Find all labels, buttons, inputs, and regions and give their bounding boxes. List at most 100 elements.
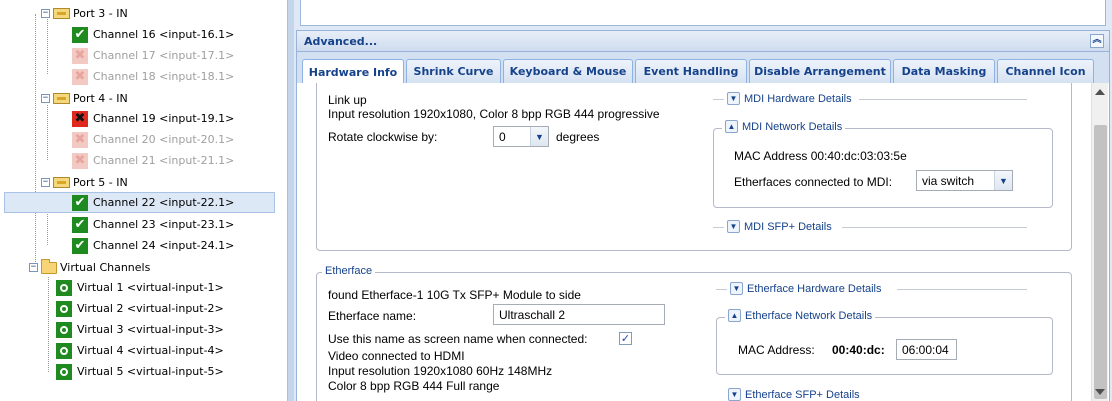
link-status: Link up	[328, 93, 367, 107]
expand-icon[interactable]: ▼	[727, 220, 740, 233]
use-name-label: Use this name as screen name when connec…	[328, 332, 588, 346]
virtual-channel-icon	[56, 363, 72, 380]
chevron-down-icon[interactable]: ▼	[530, 127, 548, 146]
virtual-label: Virtual 3 <virtual-input-3>	[77, 323, 224, 336]
upper-section	[300, 0, 1106, 26]
mdi-network-toggle[interactable]: ▲ MDI Network Details	[722, 120, 846, 133]
etherface-mac-prefix: 00:40:dc:	[832, 343, 885, 357]
etherfaces-select[interactable]: via switch ▼	[916, 170, 1013, 191]
tree-virtual-1[interactable]: Virtual 1 <virtual-input-1>	[56, 277, 224, 298]
divider	[859, 99, 1027, 100]
check-icon: ✔	[72, 237, 88, 254]
folder-icon	[41, 258, 57, 274]
check-icon: ✔	[72, 26, 88, 43]
cross-disabled-icon: ✖	[72, 131, 88, 148]
tree-port-4[interactable]: − Port 4 - IN	[41, 88, 128, 109]
tab-data-masking[interactable]: Data Masking	[893, 59, 995, 83]
details-panel: Advanced... ︽ Hardware Info Shrink Curve…	[294, 0, 1112, 401]
tree-virtual-folder[interactable]: − Virtual Channels	[29, 257, 150, 278]
tree-channel-20[interactable]: ✖ Channel 20 <input-20.1>	[72, 129, 234, 150]
channel-label: Channel 24 <input-24.1>	[93, 239, 235, 252]
etherface-color: Color 8 bpp RGB 444 Full range	[328, 379, 500, 393]
channel-label: Channel 18 <input-18.1>	[93, 70, 235, 83]
scroll-down-icon[interactable]	[1095, 389, 1105, 395]
tree-channel-16[interactable]: ✔ Channel 16 <input-16.1>	[72, 24, 234, 45]
collapse-icon[interactable]: ▲	[725, 120, 738, 133]
tree-virtual-2[interactable]: Virtual 2 <virtual-input-2>	[56, 298, 224, 319]
tab-bar: Hardware Info Shrink Curve Keyboard & Mo…	[296, 52, 1110, 84]
collapse-icon[interactable]: −	[41, 9, 50, 18]
expand-icon[interactable]: ▼	[728, 388, 741, 401]
cross-disabled-icon: ✖	[72, 68, 88, 85]
cross-icon: ✖	[72, 110, 88, 127]
collapse-icon[interactable]: −	[41, 94, 50, 103]
tab-event-handling[interactable]: Event Handling	[635, 59, 747, 83]
channel-label: Channel 17 <input-17.1>	[93, 49, 235, 62]
port-label: Port 4 - IN	[73, 92, 128, 105]
etherfaces-label: Etherfaces connected to MDI:	[734, 175, 893, 189]
rotate-select[interactable]: 0 ▼	[493, 126, 549, 147]
rotate-unit: degrees	[556, 130, 600, 144]
tree-port-5[interactable]: − Port 5 - IN	[41, 172, 128, 193]
collapse-icon[interactable]: −	[41, 178, 50, 187]
collapse-icon[interactable]: ▲	[728, 309, 741, 322]
tab-keyboard-mouse[interactable]: Keyboard & Mouse	[503, 59, 633, 83]
tree-channel-23[interactable]: ✔ Channel 23 <input-23.1>	[72, 214, 234, 235]
advanced-title: Advanced...	[304, 34, 378, 48]
advanced-header[interactable]: Advanced... ︽	[296, 30, 1110, 52]
etherface-sfp-toggle[interactable]: ▼ Etherface SFP+ Details	[725, 388, 863, 401]
hardware-info-content: Link up Input resolution 1920x1080, Colo…	[296, 83, 1110, 401]
tab-hardware-info[interactable]: Hardware Info	[302, 59, 404, 84]
tree-virtual-3[interactable]: Virtual 3 <virtual-input-3>	[56, 319, 224, 340]
etherface-network-toggle[interactable]: ▲ Etherface Network Details	[725, 309, 876, 322]
tab-disable-arrangement[interactable]: Disable Arrangement	[749, 59, 891, 83]
virtual-channel-icon	[56, 321, 72, 338]
virtual-label: Virtual 5 <virtual-input-5>	[77, 365, 224, 378]
tree-channel-21[interactable]: ✖ Channel 21 <input-21.1>	[72, 150, 234, 171]
channel-label: Channel 20 <input-20.1>	[93, 133, 235, 146]
channel-label: Channel 22 <input-22.1>	[93, 196, 235, 209]
etherface-found: found Etherface-1 10G Tx SFP+ Module to …	[328, 288, 581, 302]
scroll-thumb[interactable]	[1094, 125, 1107, 399]
expand-icon[interactable]: ▼	[730, 282, 743, 295]
channel-label: Channel 23 <input-23.1>	[93, 218, 235, 231]
etherface-hardware-toggle[interactable]: ▼ Etherface Hardware Details	[727, 282, 885, 295]
divider	[842, 227, 1027, 228]
folder-label: Virtual Channels	[60, 261, 151, 274]
input-resolution-text: Input resolution 1920x1080, Color 8 bpp …	[328, 107, 660, 121]
check-icon: ✔	[72, 194, 88, 211]
expand-icon[interactable]: ▼	[727, 92, 740, 105]
tab-shrink-curve[interactable]: Shrink Curve	[406, 59, 501, 83]
virtual-label: Virtual 4 <virtual-input-4>	[77, 344, 224, 357]
tree-guide-line	[48, 277, 49, 372]
etherface-name-label: Etherface name:	[328, 309, 417, 323]
collapse-up-icon[interactable]: ︽	[1090, 34, 1104, 48]
port-label: Port 5 - IN	[73, 176, 128, 189]
etherface-mac-label: MAC Address:	[738, 343, 815, 357]
port-icon	[53, 8, 70, 19]
port-label: Port 3 - IN	[73, 7, 128, 20]
etherface-mac-suffix-input[interactable]: 06:00:04	[896, 339, 957, 360]
mdi-sfp-toggle[interactable]: ▼ MDI SFP+ Details	[724, 220, 835, 233]
cross-disabled-icon: ✖	[72, 152, 88, 169]
collapse-icon[interactable]: −	[29, 263, 38, 272]
tab-channel-icon[interactable]: Channel Icon	[997, 59, 1094, 83]
tree-channel-17[interactable]: ✖ Channel 17 <input-17.1>	[72, 45, 234, 66]
tree-channel-24[interactable]: ✔ Channel 24 <input-24.1>	[72, 235, 234, 256]
virtual-label: Virtual 1 <virtual-input-1>	[77, 281, 224, 294]
panel-splitter[interactable]	[287, 0, 294, 401]
tree-channel-18[interactable]: ✖ Channel 18 <input-18.1>	[72, 66, 234, 87]
tree-virtual-4[interactable]: Virtual 4 <virtual-input-4>	[56, 340, 224, 361]
tree-channel-22[interactable]: ✔ Channel 22 <input-22.1>	[4, 192, 275, 213]
tree-guide-line	[35, 14, 36, 266]
tree-port-3[interactable]: − Port 3 - IN	[41, 3, 128, 24]
scroll-up-icon[interactable]	[1095, 89, 1105, 95]
mdi-hardware-toggle[interactable]: ▼ MDI Hardware Details	[724, 92, 855, 105]
channel-label: Channel 21 <input-21.1>	[93, 154, 235, 167]
tree-channel-19[interactable]: ✖ Channel 19 <input-19.1>	[72, 108, 234, 129]
vertical-scrollbar[interactable]	[1091, 83, 1108, 401]
use-name-checkbox[interactable]: ✓	[619, 332, 632, 345]
chevron-down-icon[interactable]: ▼	[994, 171, 1012, 190]
etherface-name-input[interactable]: Ultraschall 2	[493, 304, 665, 325]
tree-virtual-5[interactable]: Virtual 5 <virtual-input-5>	[56, 361, 224, 382]
